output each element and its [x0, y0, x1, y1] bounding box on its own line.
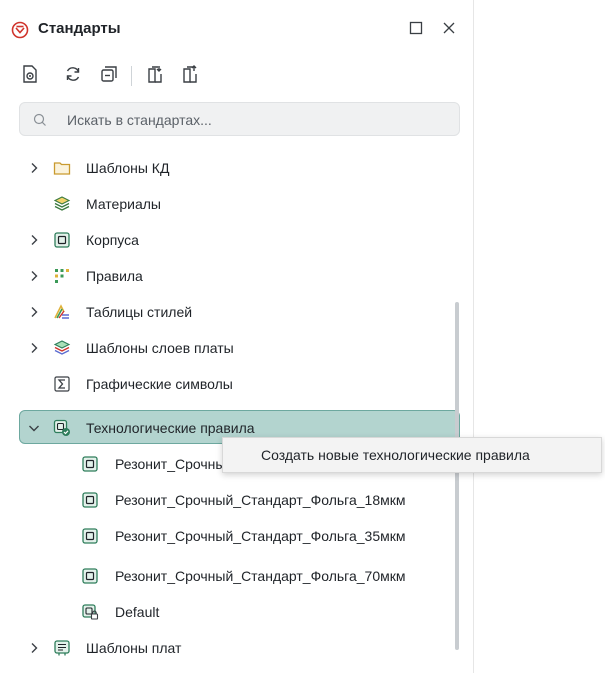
- chip-icon: [81, 455, 99, 473]
- chevron-right-icon[interactable]: [27, 305, 41, 319]
- chevron-right-icon[interactable]: [27, 269, 41, 283]
- tree-item-label: Правила: [86, 268, 143, 284]
- maximize-button[interactable]: [404, 18, 428, 42]
- toolbar: [0, 60, 473, 92]
- tree-item-label: Резонит_Срочный_Стандарт_Фольга_18мкм: [115, 492, 406, 508]
- refresh-icon: [63, 64, 83, 89]
- tree-item-board-layer-templates[interactable]: Шаблоны слоев платы: [19, 330, 460, 366]
- tree-item-label: Корпуса: [86, 232, 139, 248]
- create-tech-rules-menu-item[interactable]: Создать новые технологические правила: [223, 438, 601, 472]
- collapse-all-icon: [99, 64, 119, 89]
- tree-item-label: Технологические правила: [86, 420, 255, 436]
- standards-panel: Стандарты Искать в стандартах... Шаблоны…: [0, 0, 474, 673]
- search-box[interactable]: [19, 102, 460, 136]
- chevron-down-icon[interactable]: [27, 421, 41, 435]
- folder-icon: [53, 159, 71, 177]
- tree-item-label: Таблицы стилей: [86, 304, 193, 320]
- preview-document-icon: [20, 64, 40, 89]
- rules-grid-icon: [53, 267, 71, 285]
- chip-lock-icon: [81, 603, 99, 621]
- menu-item-label: Создать новые технологические правила: [261, 447, 530, 463]
- export-icon: [145, 64, 165, 89]
- tree-item-default[interactable]: Default: [19, 594, 460, 630]
- close-button[interactable]: [437, 18, 461, 42]
- chip-icon: [81, 567, 99, 585]
- tree-item-rezonit-35um[interactable]: Резонит_Срочный_Стандарт_Фольга_35мкм: [19, 518, 460, 554]
- tree-item-style-tables[interactable]: Таблицы стилей: [19, 294, 460, 330]
- import-icon: [180, 64, 200, 89]
- tree-item-rezonit-70um[interactable]: Резонит_Срочный_Стандарт_Фольга_70мкм: [19, 558, 460, 594]
- chip-icon: [81, 527, 99, 545]
- tree-item-label: Шаблоны КД: [86, 160, 170, 176]
- tree-item-label: Резонит_Срочный_Стандарт_Фольга_70мкм: [115, 568, 406, 584]
- search-input[interactable]: [65, 109, 449, 131]
- toolbar-separator: [131, 66, 132, 86]
- title-bar: Стандарты: [0, 12, 473, 48]
- tree-item-label: Графические символы: [86, 376, 233, 392]
- search-icon: [32, 112, 48, 128]
- tech-rules-icon: [53, 419, 71, 437]
- import-button[interactable]: [178, 64, 202, 88]
- maximize-icon: [409, 21, 423, 40]
- tree-scrollbar[interactable]: [455, 302, 459, 650]
- package-chip-icon: [53, 231, 71, 249]
- chevron-right-icon[interactable]: [27, 341, 41, 355]
- close-icon: [442, 21, 456, 40]
- tree-item-rules[interactable]: Правила: [19, 258, 460, 294]
- collapse-all-button[interactable]: [97, 64, 121, 88]
- tree-item-board-templates[interactable]: Шаблоны плат: [19, 630, 460, 666]
- style-tables-icon: [53, 303, 71, 321]
- board-template-icon: [53, 639, 71, 657]
- chevron-right-icon[interactable]: [27, 641, 41, 655]
- tree-item-packages[interactable]: Корпуса: [19, 222, 460, 258]
- export-button[interactable]: [143, 64, 167, 88]
- layer-stack-icon: [53, 339, 71, 357]
- standards-logo-icon: [11, 21, 29, 39]
- tree-item-rezonit-18um[interactable]: Резонит_Срочный_Стандарт_Фольга_18мкм: [19, 482, 460, 518]
- tree-item-kd-templates[interactable]: Шаблоны КД: [19, 150, 460, 186]
- chevron-right-icon[interactable]: [27, 233, 41, 247]
- refresh-button[interactable]: [61, 64, 85, 88]
- tree-item-label: Шаблоны плат: [86, 640, 182, 656]
- tree-item-label: Резонит_Срочный: [115, 456, 234, 472]
- tree-item-label: Default: [115, 604, 160, 620]
- tree-item-graphic-symbols[interactable]: Графические символы: [19, 366, 460, 402]
- sigma-symbol-icon: [53, 375, 71, 393]
- tree-item-label: Материалы: [86, 196, 161, 212]
- preview-document-button[interactable]: [18, 64, 42, 88]
- context-menu: Создать новые технологические правила: [222, 437, 602, 473]
- tree-item-label: Резонит_Срочный_Стандарт_Фольга_35мкм: [115, 528, 406, 544]
- chip-icon: [81, 491, 99, 509]
- materials-stack-icon: [53, 195, 71, 213]
- chevron-right-icon[interactable]: [27, 161, 41, 175]
- tree-item-label: Шаблоны слоев платы: [86, 340, 234, 356]
- tree-item-materials[interactable]: Материалы: [19, 186, 460, 222]
- panel-title: Стандарты: [38, 20, 121, 37]
